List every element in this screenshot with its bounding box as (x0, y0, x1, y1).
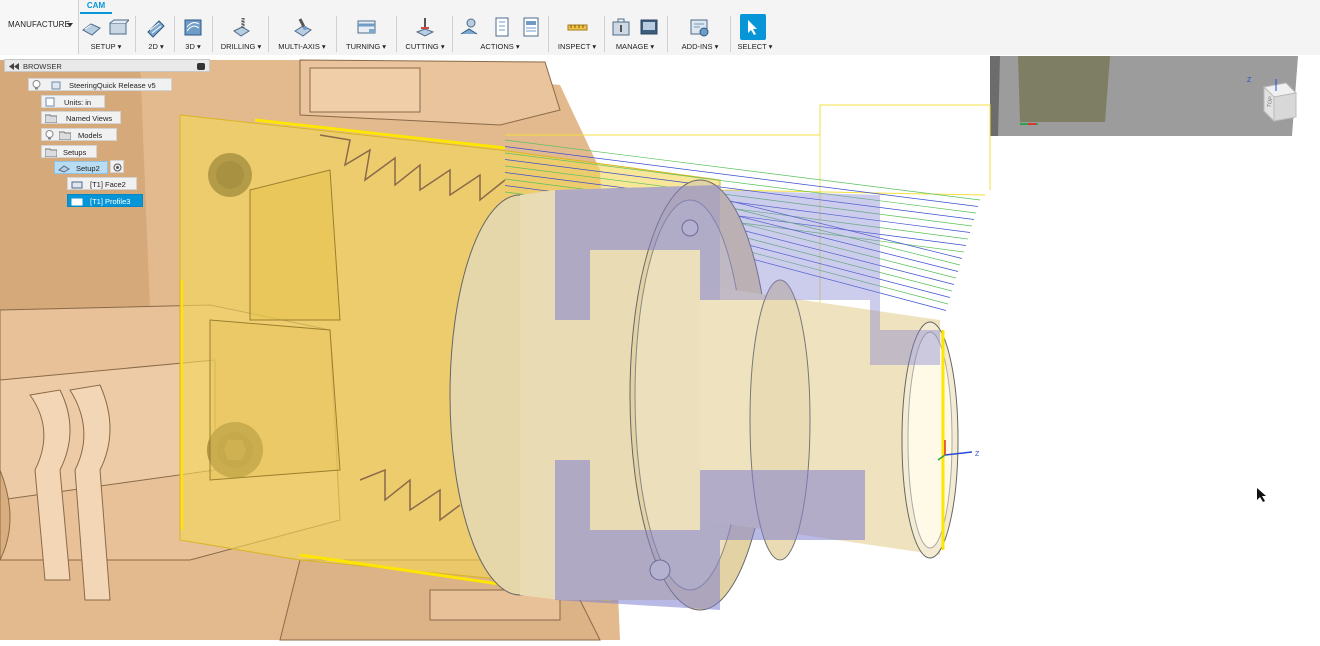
drill-icon[interactable] (230, 16, 252, 38)
drilling-label: DRILLING ▾ (220, 42, 262, 51)
divider (336, 16, 337, 52)
setup-menu[interactable]: SETUP ▾ (80, 14, 132, 54)
turned-part (449, 179, 959, 611)
cutting-menu[interactable]: CUTTING ▾ (402, 14, 448, 54)
multi-axis-menu[interactable]: MULTI-AXIS ▾ (274, 14, 330, 54)
setup-sheet-icon[interactable] (520, 16, 542, 38)
cam-scene (0, 56, 1298, 641)
lightbulb-icon[interactable] (45, 130, 54, 140)
manage-label: MANAGE ▾ (615, 42, 655, 51)
simulate-icon[interactable] (458, 16, 480, 38)
actions-label: ACTIONS ▾ (480, 42, 520, 51)
divider (396, 16, 397, 52)
manage-menu[interactable]: MANAGE ▾ (609, 14, 661, 54)
divider (212, 16, 213, 52)
face-operation-icon (71, 181, 83, 189)
stock-icon[interactable] (107, 16, 129, 38)
divider (135, 16, 136, 52)
inspect-menu[interactable]: INSPECT ▾ (554, 14, 600, 54)
vise-block (990, 56, 1298, 136)
triad-axis-label: Z (975, 451, 980, 458)
add-ins-label: ADD-INS ▾ (681, 42, 719, 51)
profile-operation-icon (71, 198, 83, 206)
tree-item-setups[interactable]: Setups (41, 145, 97, 158)
turning-menu[interactable]: TURNING ▾ (342, 14, 390, 54)
units-label: Units: in (64, 98, 92, 107)
divider (667, 16, 668, 52)
divider (268, 16, 269, 52)
document-settings-icon (45, 97, 55, 107)
document-icon (51, 81, 61, 90)
tree-item-face2[interactable]: [T1] Face2 (67, 177, 137, 190)
3d-label: 3D ▾ (185, 42, 201, 51)
models-label: Models (78, 131, 103, 140)
divider (604, 16, 605, 52)
cutting-label: CUTTING ▾ (405, 42, 445, 51)
select-label: SELECT ▾ (737, 42, 773, 51)
tree-item-profile3[interactable]: [T1] Profile3 (67, 194, 143, 207)
inspect-label: INSPECT ▾ (557, 42, 597, 51)
browser-header[interactable]: BROWSER (4, 59, 210, 72)
tree-item-document[interactable]: SteeringQuick Release v5 (28, 78, 172, 91)
multi-axis-label: MULTI-AXIS ▾ (278, 42, 326, 51)
graphics-viewport[interactable]: Z TOP Z (0, 55, 1320, 646)
tree-item-named-views[interactable]: Named Views (41, 111, 121, 124)
target-icon (113, 163, 122, 172)
select-button[interactable] (740, 14, 766, 40)
setups-label: Setups (63, 148, 87, 157)
viewcube-axis-label: Z (1247, 77, 1252, 84)
scripts-addins-icon[interactable] (688, 16, 710, 38)
folder-icon (45, 114, 57, 123)
cursor-arrow-icon (748, 20, 757, 35)
tool-library-icon[interactable] (610, 16, 632, 38)
add-ins-menu[interactable]: ADD-INS ▾ (675, 14, 725, 54)
template-library-icon[interactable] (638, 16, 660, 38)
tree-item-setup2[interactable]: Setup2 (54, 161, 108, 174)
tree-item-models[interactable]: Models (41, 128, 117, 141)
divider (452, 16, 453, 52)
mouse-cursor-icon (1257, 488, 1266, 502)
multi-axis-icon[interactable] (291, 16, 313, 38)
browser-title: BROWSER (23, 62, 62, 71)
drilling-menu[interactable]: DRILLING ▾ (218, 14, 264, 54)
viewcube-icon[interactable] (1254, 77, 1304, 127)
tree-item-units[interactable]: Units: in (41, 95, 105, 108)
workspace-switcher[interactable]: MANUFACTURE (0, 0, 79, 54)
setups-folder-icon (45, 148, 57, 157)
lightbulb-icon[interactable] (32, 80, 41, 90)
select-menu[interactable]: SELECT ▾ (735, 14, 775, 54)
divider (174, 16, 175, 52)
ribbon-toolbar: MANUFACTURE CAM SETUP ▾ 2D ▾ 3D ▾ DRILLI… (0, 0, 1320, 56)
turning-icon[interactable] (355, 16, 377, 38)
new-setup-icon[interactable] (80, 16, 102, 38)
setup2-label: Setup2 (76, 164, 100, 173)
viewcube[interactable]: Z TOP (1247, 77, 1304, 132)
face2-label: [T1] Face2 (90, 180, 126, 189)
setup-icon (58, 165, 70, 173)
workspace-label: MANUFACTURE (8, 20, 70, 29)
actions-menu[interactable]: ACTIONS ▾ (458, 14, 542, 54)
3d-menu[interactable]: 3D ▾ (178, 14, 208, 54)
target-button[interactable] (110, 160, 124, 173)
pin-icon[interactable] (197, 63, 205, 70)
turning-label: TURNING ▾ (345, 42, 386, 51)
2d-pocket-icon[interactable] (145, 16, 167, 38)
post-process-icon[interactable] (491, 16, 513, 38)
chevron-down-icon (67, 23, 73, 27)
divider (730, 16, 731, 52)
3d-adaptive-icon[interactable] (182, 16, 204, 38)
divider (548, 16, 549, 52)
measure-icon[interactable] (566, 16, 588, 38)
folder-icon (59, 131, 71, 140)
cutting-icon[interactable] (414, 16, 436, 38)
setup-label: SETUP ▾ (90, 42, 122, 51)
2d-menu[interactable]: 2D ▾ (142, 14, 170, 54)
document-name: SteeringQuick Release v5 (69, 81, 156, 90)
collapse-panel-icon[interactable] (9, 63, 19, 70)
named-views-label: Named Views (66, 114, 113, 123)
profile3-label: [T1] Profile3 (90, 197, 131, 206)
2d-label: 2D ▾ (148, 42, 164, 51)
